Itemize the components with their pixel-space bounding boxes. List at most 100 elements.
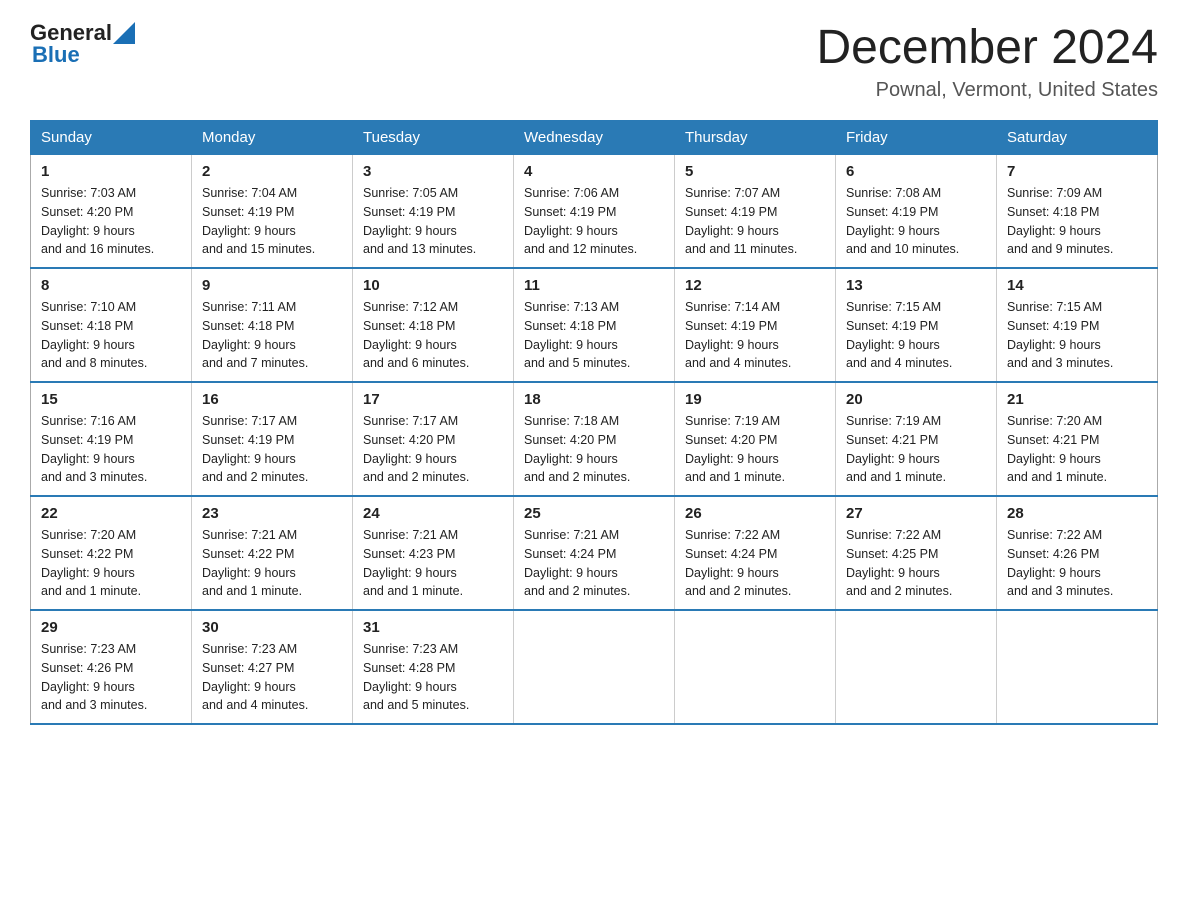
calendar-cell: 12 Sunrise: 7:14 AMSunset: 4:19 PMDaylig… bbox=[675, 268, 836, 382]
calendar-cell: 13 Sunrise: 7:15 AMSunset: 4:19 PMDaylig… bbox=[836, 268, 997, 382]
calendar-cell: 7 Sunrise: 7:09 AMSunset: 4:18 PMDayligh… bbox=[997, 155, 1158, 269]
calendar-cell bbox=[997, 610, 1158, 724]
day-header-thursday: Thursday bbox=[675, 121, 836, 155]
week-row-4: 22 Sunrise: 7:20 AMSunset: 4:22 PMDaylig… bbox=[31, 496, 1158, 610]
day-info: Sunrise: 7:19 AMSunset: 4:21 PMDaylight:… bbox=[846, 412, 986, 487]
calendar-cell: 21 Sunrise: 7:20 AMSunset: 4:21 PMDaylig… bbox=[997, 382, 1158, 496]
week-row-3: 15 Sunrise: 7:16 AMSunset: 4:19 PMDaylig… bbox=[31, 382, 1158, 496]
day-info: Sunrise: 7:09 AMSunset: 4:18 PMDaylight:… bbox=[1007, 184, 1147, 259]
day-number: 30 bbox=[202, 619, 342, 636]
day-info: Sunrise: 7:11 AMSunset: 4:18 PMDaylight:… bbox=[202, 298, 342, 373]
day-number: 20 bbox=[846, 391, 986, 408]
day-number: 1 bbox=[41, 163, 181, 180]
calendar-cell: 24 Sunrise: 7:21 AMSunset: 4:23 PMDaylig… bbox=[353, 496, 514, 610]
day-number: 11 bbox=[524, 277, 664, 294]
day-info: Sunrise: 7:22 AMSunset: 4:24 PMDaylight:… bbox=[685, 526, 825, 601]
day-number: 15 bbox=[41, 391, 181, 408]
day-info: Sunrise: 7:16 AMSunset: 4:19 PMDaylight:… bbox=[41, 412, 181, 487]
day-header-tuesday: Tuesday bbox=[353, 121, 514, 155]
calendar-cell: 15 Sunrise: 7:16 AMSunset: 4:19 PMDaylig… bbox=[31, 382, 192, 496]
day-header-saturday: Saturday bbox=[997, 121, 1158, 155]
logo-triangle-icon bbox=[113, 22, 135, 44]
day-number: 7 bbox=[1007, 163, 1147, 180]
logo-blue-text: Blue bbox=[32, 42, 80, 68]
week-row-1: 1 Sunrise: 7:03 AMSunset: 4:20 PMDayligh… bbox=[31, 155, 1158, 269]
calendar-cell: 16 Sunrise: 7:17 AMSunset: 4:19 PMDaylig… bbox=[192, 382, 353, 496]
month-title: December 2024 bbox=[816, 20, 1158, 75]
calendar-cell bbox=[514, 610, 675, 724]
day-info: Sunrise: 7:15 AMSunset: 4:19 PMDaylight:… bbox=[1007, 298, 1147, 373]
calendar-cell: 25 Sunrise: 7:21 AMSunset: 4:24 PMDaylig… bbox=[514, 496, 675, 610]
day-info: Sunrise: 7:03 AMSunset: 4:20 PMDaylight:… bbox=[41, 184, 181, 259]
day-header-friday: Friday bbox=[836, 121, 997, 155]
calendar-cell: 14 Sunrise: 7:15 AMSunset: 4:19 PMDaylig… bbox=[997, 268, 1158, 382]
location: Pownal, Vermont, United States bbox=[816, 79, 1158, 102]
calendar-cell: 9 Sunrise: 7:11 AMSunset: 4:18 PMDayligh… bbox=[192, 268, 353, 382]
day-number: 23 bbox=[202, 505, 342, 522]
day-info: Sunrise: 7:07 AMSunset: 4:19 PMDaylight:… bbox=[685, 184, 825, 259]
day-info: Sunrise: 7:21 AMSunset: 4:24 PMDaylight:… bbox=[524, 526, 664, 601]
calendar-cell: 1 Sunrise: 7:03 AMSunset: 4:20 PMDayligh… bbox=[31, 155, 192, 269]
day-info: Sunrise: 7:20 AMSunset: 4:22 PMDaylight:… bbox=[41, 526, 181, 601]
calendar-cell: 17 Sunrise: 7:17 AMSunset: 4:20 PMDaylig… bbox=[353, 382, 514, 496]
day-number: 25 bbox=[524, 505, 664, 522]
calendar-cell: 2 Sunrise: 7:04 AMSunset: 4:19 PMDayligh… bbox=[192, 155, 353, 269]
day-header-sunday: Sunday bbox=[31, 121, 192, 155]
calendar-cell: 22 Sunrise: 7:20 AMSunset: 4:22 PMDaylig… bbox=[31, 496, 192, 610]
day-info: Sunrise: 7:18 AMSunset: 4:20 PMDaylight:… bbox=[524, 412, 664, 487]
calendar-cell bbox=[675, 610, 836, 724]
calendar-table: SundayMondayTuesdayWednesdayThursdayFrid… bbox=[30, 120, 1158, 725]
calendar-cell: 18 Sunrise: 7:18 AMSunset: 4:20 PMDaylig… bbox=[514, 382, 675, 496]
calendar-cell: 20 Sunrise: 7:19 AMSunset: 4:21 PMDaylig… bbox=[836, 382, 997, 496]
day-info: Sunrise: 7:05 AMSunset: 4:19 PMDaylight:… bbox=[363, 184, 503, 259]
day-number: 21 bbox=[1007, 391, 1147, 408]
day-number: 10 bbox=[363, 277, 503, 294]
day-number: 2 bbox=[202, 163, 342, 180]
day-info: Sunrise: 7:08 AMSunset: 4:19 PMDaylight:… bbox=[846, 184, 986, 259]
day-info: Sunrise: 7:13 AMSunset: 4:18 PMDaylight:… bbox=[524, 298, 664, 373]
calendar-cell: 19 Sunrise: 7:19 AMSunset: 4:20 PMDaylig… bbox=[675, 382, 836, 496]
day-info: Sunrise: 7:12 AMSunset: 4:18 PMDaylight:… bbox=[363, 298, 503, 373]
title-section: December 2024 Pownal, Vermont, United St… bbox=[816, 20, 1158, 102]
day-number: 5 bbox=[685, 163, 825, 180]
calendar-cell: 4 Sunrise: 7:06 AMSunset: 4:19 PMDayligh… bbox=[514, 155, 675, 269]
week-row-5: 29 Sunrise: 7:23 AMSunset: 4:26 PMDaylig… bbox=[31, 610, 1158, 724]
day-info: Sunrise: 7:04 AMSunset: 4:19 PMDaylight:… bbox=[202, 184, 342, 259]
day-info: Sunrise: 7:22 AMSunset: 4:25 PMDaylight:… bbox=[846, 526, 986, 601]
calendar-cell: 26 Sunrise: 7:22 AMSunset: 4:24 PMDaylig… bbox=[675, 496, 836, 610]
day-number: 14 bbox=[1007, 277, 1147, 294]
day-info: Sunrise: 7:23 AMSunset: 4:27 PMDaylight:… bbox=[202, 640, 342, 715]
day-info: Sunrise: 7:17 AMSunset: 4:19 PMDaylight:… bbox=[202, 412, 342, 487]
day-number: 31 bbox=[363, 619, 503, 636]
day-info: Sunrise: 7:21 AMSunset: 4:23 PMDaylight:… bbox=[363, 526, 503, 601]
calendar-cell bbox=[836, 610, 997, 724]
day-number: 24 bbox=[363, 505, 503, 522]
day-info: Sunrise: 7:19 AMSunset: 4:20 PMDaylight:… bbox=[685, 412, 825, 487]
day-number: 12 bbox=[685, 277, 825, 294]
day-info: Sunrise: 7:23 AMSunset: 4:26 PMDaylight:… bbox=[41, 640, 181, 715]
logo: General Blue bbox=[30, 20, 136, 68]
day-number: 22 bbox=[41, 505, 181, 522]
day-info: Sunrise: 7:10 AMSunset: 4:18 PMDaylight:… bbox=[41, 298, 181, 373]
calendar-cell: 29 Sunrise: 7:23 AMSunset: 4:26 PMDaylig… bbox=[31, 610, 192, 724]
day-info: Sunrise: 7:23 AMSunset: 4:28 PMDaylight:… bbox=[363, 640, 503, 715]
day-number: 8 bbox=[41, 277, 181, 294]
day-number: 18 bbox=[524, 391, 664, 408]
day-info: Sunrise: 7:17 AMSunset: 4:20 PMDaylight:… bbox=[363, 412, 503, 487]
calendar-cell: 23 Sunrise: 7:21 AMSunset: 4:22 PMDaylig… bbox=[192, 496, 353, 610]
day-info: Sunrise: 7:20 AMSunset: 4:21 PMDaylight:… bbox=[1007, 412, 1147, 487]
week-row-2: 8 Sunrise: 7:10 AMSunset: 4:18 PMDayligh… bbox=[31, 268, 1158, 382]
day-number: 4 bbox=[524, 163, 664, 180]
day-number: 29 bbox=[41, 619, 181, 636]
calendar-cell: 31 Sunrise: 7:23 AMSunset: 4:28 PMDaylig… bbox=[353, 610, 514, 724]
calendar-cell: 11 Sunrise: 7:13 AMSunset: 4:18 PMDaylig… bbox=[514, 268, 675, 382]
calendar-cell: 27 Sunrise: 7:22 AMSunset: 4:25 PMDaylig… bbox=[836, 496, 997, 610]
calendar-cell: 3 Sunrise: 7:05 AMSunset: 4:19 PMDayligh… bbox=[353, 155, 514, 269]
day-number: 6 bbox=[846, 163, 986, 180]
day-info: Sunrise: 7:06 AMSunset: 4:19 PMDaylight:… bbox=[524, 184, 664, 259]
day-number: 19 bbox=[685, 391, 825, 408]
day-number: 9 bbox=[202, 277, 342, 294]
day-number: 27 bbox=[846, 505, 986, 522]
day-info: Sunrise: 7:22 AMSunset: 4:26 PMDaylight:… bbox=[1007, 526, 1147, 601]
day-header-monday: Monday bbox=[192, 121, 353, 155]
